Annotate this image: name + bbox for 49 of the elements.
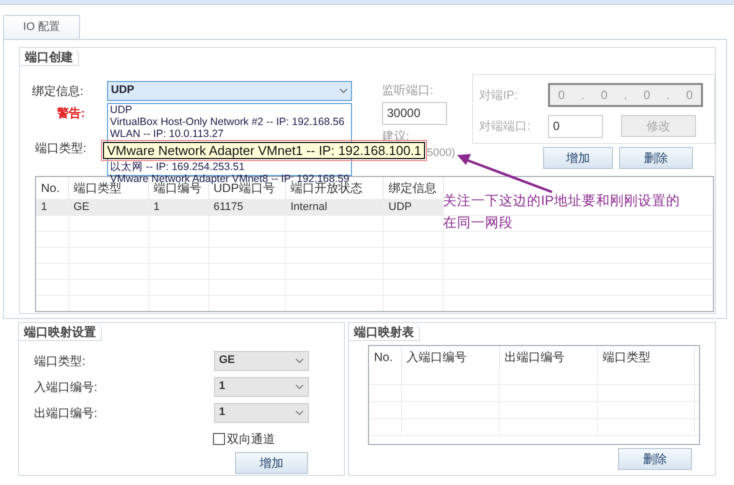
select-field[interactable]: 1 (214, 402, 309, 422)
table-cell: UDP (383, 198, 443, 216)
ip-dot: . (624, 86, 628, 104)
field-label: 对端端口: (479, 118, 532, 135)
chevron-icon (295, 384, 304, 390)
tab[interactable]: IO 配置 (3, 15, 80, 39)
field-label: 端口类型: (34, 352, 86, 370)
warning-label: 警告: (57, 104, 85, 122)
peer-port-input[interactable]: 0 (548, 114, 603, 138)
listen-port-input[interactable]: 30000 (382, 102, 447, 124)
table-cell: 1 (148, 198, 208, 216)
checkbox[interactable] (213, 432, 225, 444)
field-label: 对端IP: (479, 86, 519, 104)
add-button[interactable]: 增加 (235, 452, 308, 474)
group-title: 端口映射表 (349, 323, 420, 341)
group-title: 端口映射设置 (19, 323, 102, 341)
annotation-text: 关注一下这边的IP地址要和刚刚设置的在同一网段 (443, 192, 681, 232)
suggest-hint: 5000) (427, 146, 456, 158)
column-header: 入端口编号 (401, 346, 499, 368)
table-cell: Internal (285, 198, 383, 216)
field-label: 出端口编号: (34, 404, 98, 422)
group-title: 端口创建 (20, 48, 79, 66)
field-label: 端口类型: (35, 140, 86, 156)
field-label: 入端口编号: (34, 378, 98, 396)
table-cell: 61175 (208, 198, 285, 216)
bind-select[interactable]: UDP (107, 80, 352, 100)
dropdown-option[interactable]: WLAN -- IP: 10.0.113.27 (110, 128, 349, 140)
add-button[interactable]: 增加 (543, 146, 613, 168)
delete-button[interactable]: 删除 (619, 146, 693, 168)
dropdown-option[interactable]: VirtualBox Host-Only Network #2 -- IP: 192.168.56 (110, 116, 349, 128)
column-header: 出端口编号 (499, 346, 597, 368)
ip-dot: . (666, 86, 670, 104)
select-field[interactable]: 1 (214, 376, 309, 396)
field-label: 绑定信息: (32, 82, 84, 100)
table-cell: 1 (36, 198, 68, 216)
chevron-icon (295, 358, 304, 364)
table-cell: GE (68, 198, 148, 216)
dropdown-option[interactable]: 以太网 -- IP: 169.254.253.51 (110, 161, 349, 173)
chevron-icon (295, 410, 304, 416)
column-header: No. (369, 346, 401, 368)
dropdown-option[interactable]: VMware Network Adapter VMnet1 -- IP: 192.168.100.1 (103, 142, 426, 159)
dropdown-option[interactable]: UDP (110, 104, 349, 116)
delete-button[interactable]: 删除 (618, 448, 692, 470)
ip-dot: . (581, 86, 584, 104)
column-header: 端口类型 (597, 346, 694, 368)
checkbox-label: 双向通道 (227, 430, 275, 448)
chevron-icon (339, 88, 348, 94)
select-field[interactable]: GE (214, 350, 309, 370)
field-label: 监听端口: (382, 82, 434, 98)
